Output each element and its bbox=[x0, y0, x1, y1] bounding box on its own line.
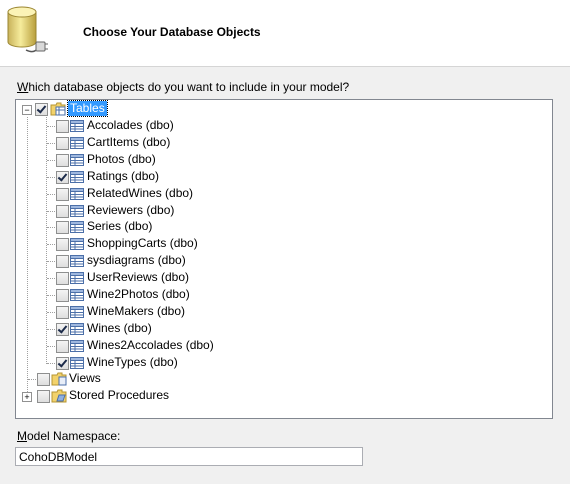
tree-node-table[interactable]: Wine2Photos (dbo) bbox=[16, 287, 552, 304]
objects-prompt-label: Which database objects do you want to in… bbox=[17, 80, 350, 94]
table-checkbox[interactable] bbox=[56, 322, 69, 336]
tree-node-table[interactable]: WineTypes (dbo) bbox=[16, 355, 552, 372]
database-connect-icon bbox=[7, 6, 48, 53]
table-checkbox[interactable] bbox=[56, 289, 69, 302]
table-icon bbox=[70, 238, 84, 251]
tree-node-views[interactable]: Views bbox=[16, 371, 552, 388]
tree-node-table[interactable]: CartItems (dbo) bbox=[16, 135, 552, 152]
table-icon bbox=[70, 289, 84, 301]
tree-node-table[interactable]: Ratings (dbo) bbox=[16, 169, 552, 186]
database-objects-tree[interactable]: − Tables Accolades (dbo) CartItems (dbo) P… bbox=[15, 99, 553, 419]
table-label[interactable]: WineMakers (dbo) bbox=[87, 304, 185, 319]
tree-node-table[interactable]: Photos (dbo) bbox=[16, 152, 552, 169]
table-icon bbox=[70, 136, 84, 149]
tree-node-table[interactable]: Wines (dbo) bbox=[16, 321, 552, 338]
table-label[interactable]: Wines2Accolades (dbo) bbox=[87, 338, 214, 353]
table-label[interactable]: Wines (dbo) bbox=[87, 321, 152, 336]
table-checkbox[interactable] bbox=[56, 187, 69, 201]
tree-node-table[interactable]: ShoppingCarts (dbo) bbox=[16, 236, 552, 253]
table-icon bbox=[70, 272, 84, 285]
tree-label-views[interactable]: Views bbox=[69, 371, 101, 386]
table-icon bbox=[70, 187, 84, 200]
wizard-header: Choose Your Database Objects bbox=[0, 0, 570, 67]
table-icon bbox=[70, 339, 84, 352]
table-label[interactable]: CartItems (dbo) bbox=[87, 135, 170, 150]
table-checkbox[interactable] bbox=[56, 238, 69, 252]
table-icon bbox=[70, 322, 84, 335]
table-label[interactable]: Series (dbo) bbox=[87, 219, 152, 234]
table-checkbox[interactable] bbox=[56, 272, 69, 286]
tree-node-tables[interactable]: − Tables bbox=[16, 100, 552, 118]
table-checkbox[interactable] bbox=[56, 356, 69, 370]
table-checkbox[interactable] bbox=[56, 305, 69, 319]
tree-node-table[interactable]: UserReviews (dbo) bbox=[16, 270, 552, 287]
stored-procedures-folder-icon bbox=[51, 389, 67, 403]
table-label[interactable]: Wine2Photos (dbo) bbox=[87, 287, 190, 302]
table-checkbox[interactable] bbox=[56, 339, 69, 353]
table-label[interactable]: Accolades (dbo) bbox=[87, 118, 174, 133]
tree-node-table[interactable]: Accolades (dbo) bbox=[16, 118, 552, 135]
tree-node-stored-procedures[interactable]: + Stored Procedures bbox=[16, 388, 552, 405]
table-label[interactable]: WineTypes (dbo) bbox=[87, 355, 178, 370]
checkbox-tables[interactable] bbox=[35, 103, 48, 116]
model-namespace-label: Model Namespace: bbox=[17, 429, 121, 443]
expand-icon[interactable]: + bbox=[22, 392, 32, 402]
tree-node-table[interactable]: Series (dbo) bbox=[16, 219, 552, 236]
table-icon bbox=[70, 255, 84, 268]
table-checkbox[interactable] bbox=[56, 153, 69, 167]
page-title: Choose Your Database Objects bbox=[83, 25, 261, 39]
tables-folder-icon bbox=[50, 102, 66, 116]
checkbox-stored-procedures[interactable] bbox=[37, 390, 50, 403]
table-icon bbox=[70, 221, 84, 234]
table-label[interactable]: RelatedWines (dbo) bbox=[87, 186, 193, 201]
table-label[interactable]: ShoppingCarts (dbo) bbox=[87, 236, 198, 251]
model-namespace-input[interactable] bbox=[15, 447, 363, 466]
tree-node-table[interactable]: Reviewers (dbo) bbox=[16, 203, 552, 220]
tree-node-table[interactable]: Wines2Accolades (dbo) bbox=[16, 338, 552, 355]
table-checkbox[interactable] bbox=[56, 120, 69, 133]
table-icon bbox=[70, 170, 84, 183]
table-checkbox[interactable] bbox=[56, 204, 69, 218]
table-checkbox[interactable] bbox=[56, 221, 69, 235]
table-icon bbox=[70, 120, 84, 132]
checkbox-views[interactable] bbox=[37, 373, 50, 386]
tree-label-tables[interactable]: Tables bbox=[67, 100, 108, 117]
tree-node-table[interactable]: RelatedWines (dbo) bbox=[16, 186, 552, 203]
views-folder-icon bbox=[51, 372, 67, 386]
table-label[interactable]: UserReviews (dbo) bbox=[87, 270, 189, 285]
table-checkbox[interactable] bbox=[56, 170, 69, 184]
table-icon bbox=[70, 305, 84, 318]
table-label[interactable]: Ratings (dbo) bbox=[87, 169, 159, 184]
table-icon bbox=[70, 356, 84, 369]
table-checkbox[interactable] bbox=[56, 136, 69, 150]
table-icon bbox=[70, 204, 84, 217]
tree-node-table[interactable]: sysdiagrams (dbo) bbox=[16, 253, 552, 270]
tree-node-table[interactable]: WineMakers (dbo) bbox=[16, 304, 552, 321]
table-label[interactable]: sysdiagrams (dbo) bbox=[87, 253, 186, 268]
table-icon bbox=[70, 153, 84, 166]
collapse-icon[interactable]: − bbox=[22, 105, 32, 115]
table-label[interactable]: Photos (dbo) bbox=[87, 152, 156, 167]
table-checkbox[interactable] bbox=[56, 255, 69, 269]
tree-label-stored-procedures[interactable]: Stored Procedures bbox=[69, 388, 169, 403]
table-label[interactable]: Reviewers (dbo) bbox=[87, 203, 174, 218]
